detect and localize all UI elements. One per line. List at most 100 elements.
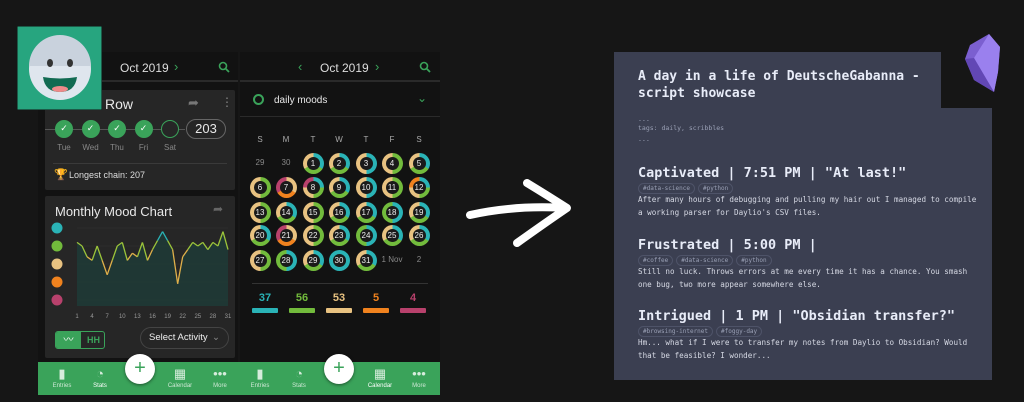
calendar-day[interactable]: 12: [408, 176, 430, 198]
nav-calendar[interactable]: ▦ Calendar: [360, 365, 400, 389]
day-number: 20: [253, 228, 267, 242]
nav-more[interactable]: ••• More: [399, 365, 439, 389]
calendar-day[interactable]: 17: [355, 201, 377, 223]
entry-text: Still no luck. Throws errors at me every…: [638, 267, 968, 289]
nav-label: More: [213, 383, 227, 389]
arrow-icon: [466, 179, 571, 247]
other-month-day[interactable]: 2: [406, 255, 432, 264]
streak-day-label: Fri: [138, 143, 149, 152]
other-month-day[interactable]: 29: [247, 158, 273, 167]
day-number: 23: [332, 228, 346, 242]
next-month-button[interactable]: ›: [174, 59, 178, 74]
calendar-day[interactable]: 4: [381, 152, 403, 174]
calendar-day[interactable]: 25: [381, 224, 403, 246]
calendar-day[interactable]: 23: [328, 224, 350, 246]
calendar-day[interactable]: 29: [302, 249, 324, 271]
mood-count-bar: [400, 308, 426, 313]
nav-label: Stats: [292, 383, 306, 389]
next-month-button[interactable]: ›: [375, 59, 379, 74]
calendar-day[interactable]: 22: [302, 224, 324, 246]
nav-stats[interactable]: ◔ Stats: [279, 365, 319, 389]
day-number: 22: [306, 228, 320, 242]
day-number: 1: [306, 156, 320, 170]
calendar-day[interactable]: 26: [408, 224, 430, 246]
share-icon[interactable]: ➦: [188, 95, 199, 111]
calendar-day[interactable]: 15: [302, 201, 324, 223]
calendar-day[interactable]: 19: [408, 201, 430, 223]
nav-stats[interactable]: ◔ Stats: [80, 365, 120, 389]
calendar-day[interactable]: 30: [328, 249, 350, 271]
day-number: 28: [279, 253, 293, 267]
stats-icon: ◔: [96, 366, 104, 381]
mood-count: 56: [295, 292, 309, 304]
mood-good-icon: [51, 240, 63, 252]
more-icon: •••: [412, 366, 426, 381]
streak-day-label: Wed: [82, 143, 99, 152]
weekday-header: T: [310, 135, 316, 144]
more-icon: •••: [213, 366, 227, 381]
calendar-day[interactable]: 7: [275, 176, 297, 198]
month-label: Oct 2019: [120, 61, 169, 75]
mood-rad-icon: [51, 222, 63, 234]
streak-day-label: Tue: [57, 143, 71, 152]
calendar-day[interactable]: 11: [381, 176, 403, 198]
calendar-day[interactable]: 2: [328, 152, 350, 174]
calendar-day[interactable]: 3: [355, 152, 377, 174]
month-header: ‹ Oct 2019 ›: [240, 52, 440, 82]
calendar-day[interactable]: 18: [381, 201, 403, 223]
calendar-day[interactable]: 8: [302, 176, 324, 198]
day-number: 21: [279, 228, 293, 242]
add-entry-button[interactable]: +: [324, 354, 354, 384]
other-month-day[interactable]: 1 Nov: [379, 255, 405, 264]
calendar-day[interactable]: 9: [328, 176, 350, 198]
nav-entries[interactable]: ▮ Entries: [42, 365, 82, 389]
other-month-day[interactable]: 30: [273, 158, 299, 167]
streak-day-label: Sat: [163, 143, 176, 152]
day-number: 3: [359, 156, 373, 170]
calendar-day[interactable]: 31: [355, 249, 377, 271]
streak-day-sat: [161, 120, 179, 138]
select-activity-label: Select Activity: [149, 332, 208, 343]
calendar-day[interactable]: 16: [328, 201, 350, 223]
calendar-day[interactable]: 14: [275, 201, 297, 223]
calendar-day[interactable]: 13: [249, 201, 271, 223]
add-entry-button[interactable]: +: [125, 354, 155, 384]
day-number: 26: [412, 228, 426, 242]
calendar-day[interactable]: 28: [275, 249, 297, 271]
streak-day-label: Thu: [110, 143, 124, 152]
nav-calendar[interactable]: ▦ Calendar: [160, 365, 200, 389]
x-tick-label: 16: [149, 314, 156, 320]
streak-day-tue: ✓: [55, 120, 73, 138]
calendar-day[interactable]: 6: [249, 176, 271, 198]
calendar-day[interactable]: 20: [249, 224, 271, 246]
day-number: 25: [385, 228, 399, 242]
frontmatter-tags: tags: daily, scribbles: [638, 124, 725, 132]
book-icon: ▮: [58, 366, 66, 381]
entry-text: Hm... what if I were to transfer my note…: [638, 338, 968, 360]
prev-month-button[interactable]: ‹: [298, 59, 302, 74]
calendar-day[interactable]: 24: [355, 224, 377, 246]
day-number: 6: [253, 180, 267, 194]
line-chart-button[interactable]: 〰: [56, 332, 81, 348]
calendar-day[interactable]: 5: [408, 152, 430, 174]
streak-day-thu: ✓: [108, 120, 126, 138]
x-tick-label: 13: [134, 314, 141, 320]
search-icon[interactable]: [419, 61, 431, 73]
share-icon[interactable]: ➦: [213, 202, 223, 216]
search-icon[interactable]: [218, 61, 230, 73]
calendar-day[interactable]: 27: [249, 249, 271, 271]
bar-chart-button[interactable]: HH: [81, 332, 104, 348]
divider: [53, 163, 227, 164]
calendar-day[interactable]: 21: [275, 224, 297, 246]
select-activity-dropdown[interactable]: Select Activity ⌄: [140, 327, 229, 349]
nav-entries[interactable]: ▮ Entries: [240, 365, 280, 389]
more-vert-icon[interactable]: ⋮: [221, 95, 233, 109]
streak-day-fri: ✓: [134, 120, 153, 138]
nav-more[interactable]: ••• More: [200, 365, 240, 389]
nav-label: Calendar: [167, 383, 193, 389]
calendar-day[interactable]: 1: [302, 152, 324, 174]
mood-filter-dropdown[interactable]: daily moods ⌄: [240, 84, 440, 117]
calendar-icon: ▦: [173, 366, 187, 381]
calendar-day[interactable]: 10: [355, 176, 377, 198]
entry-heading: Frustrated | 5:00 PM |: [638, 237, 817, 253]
